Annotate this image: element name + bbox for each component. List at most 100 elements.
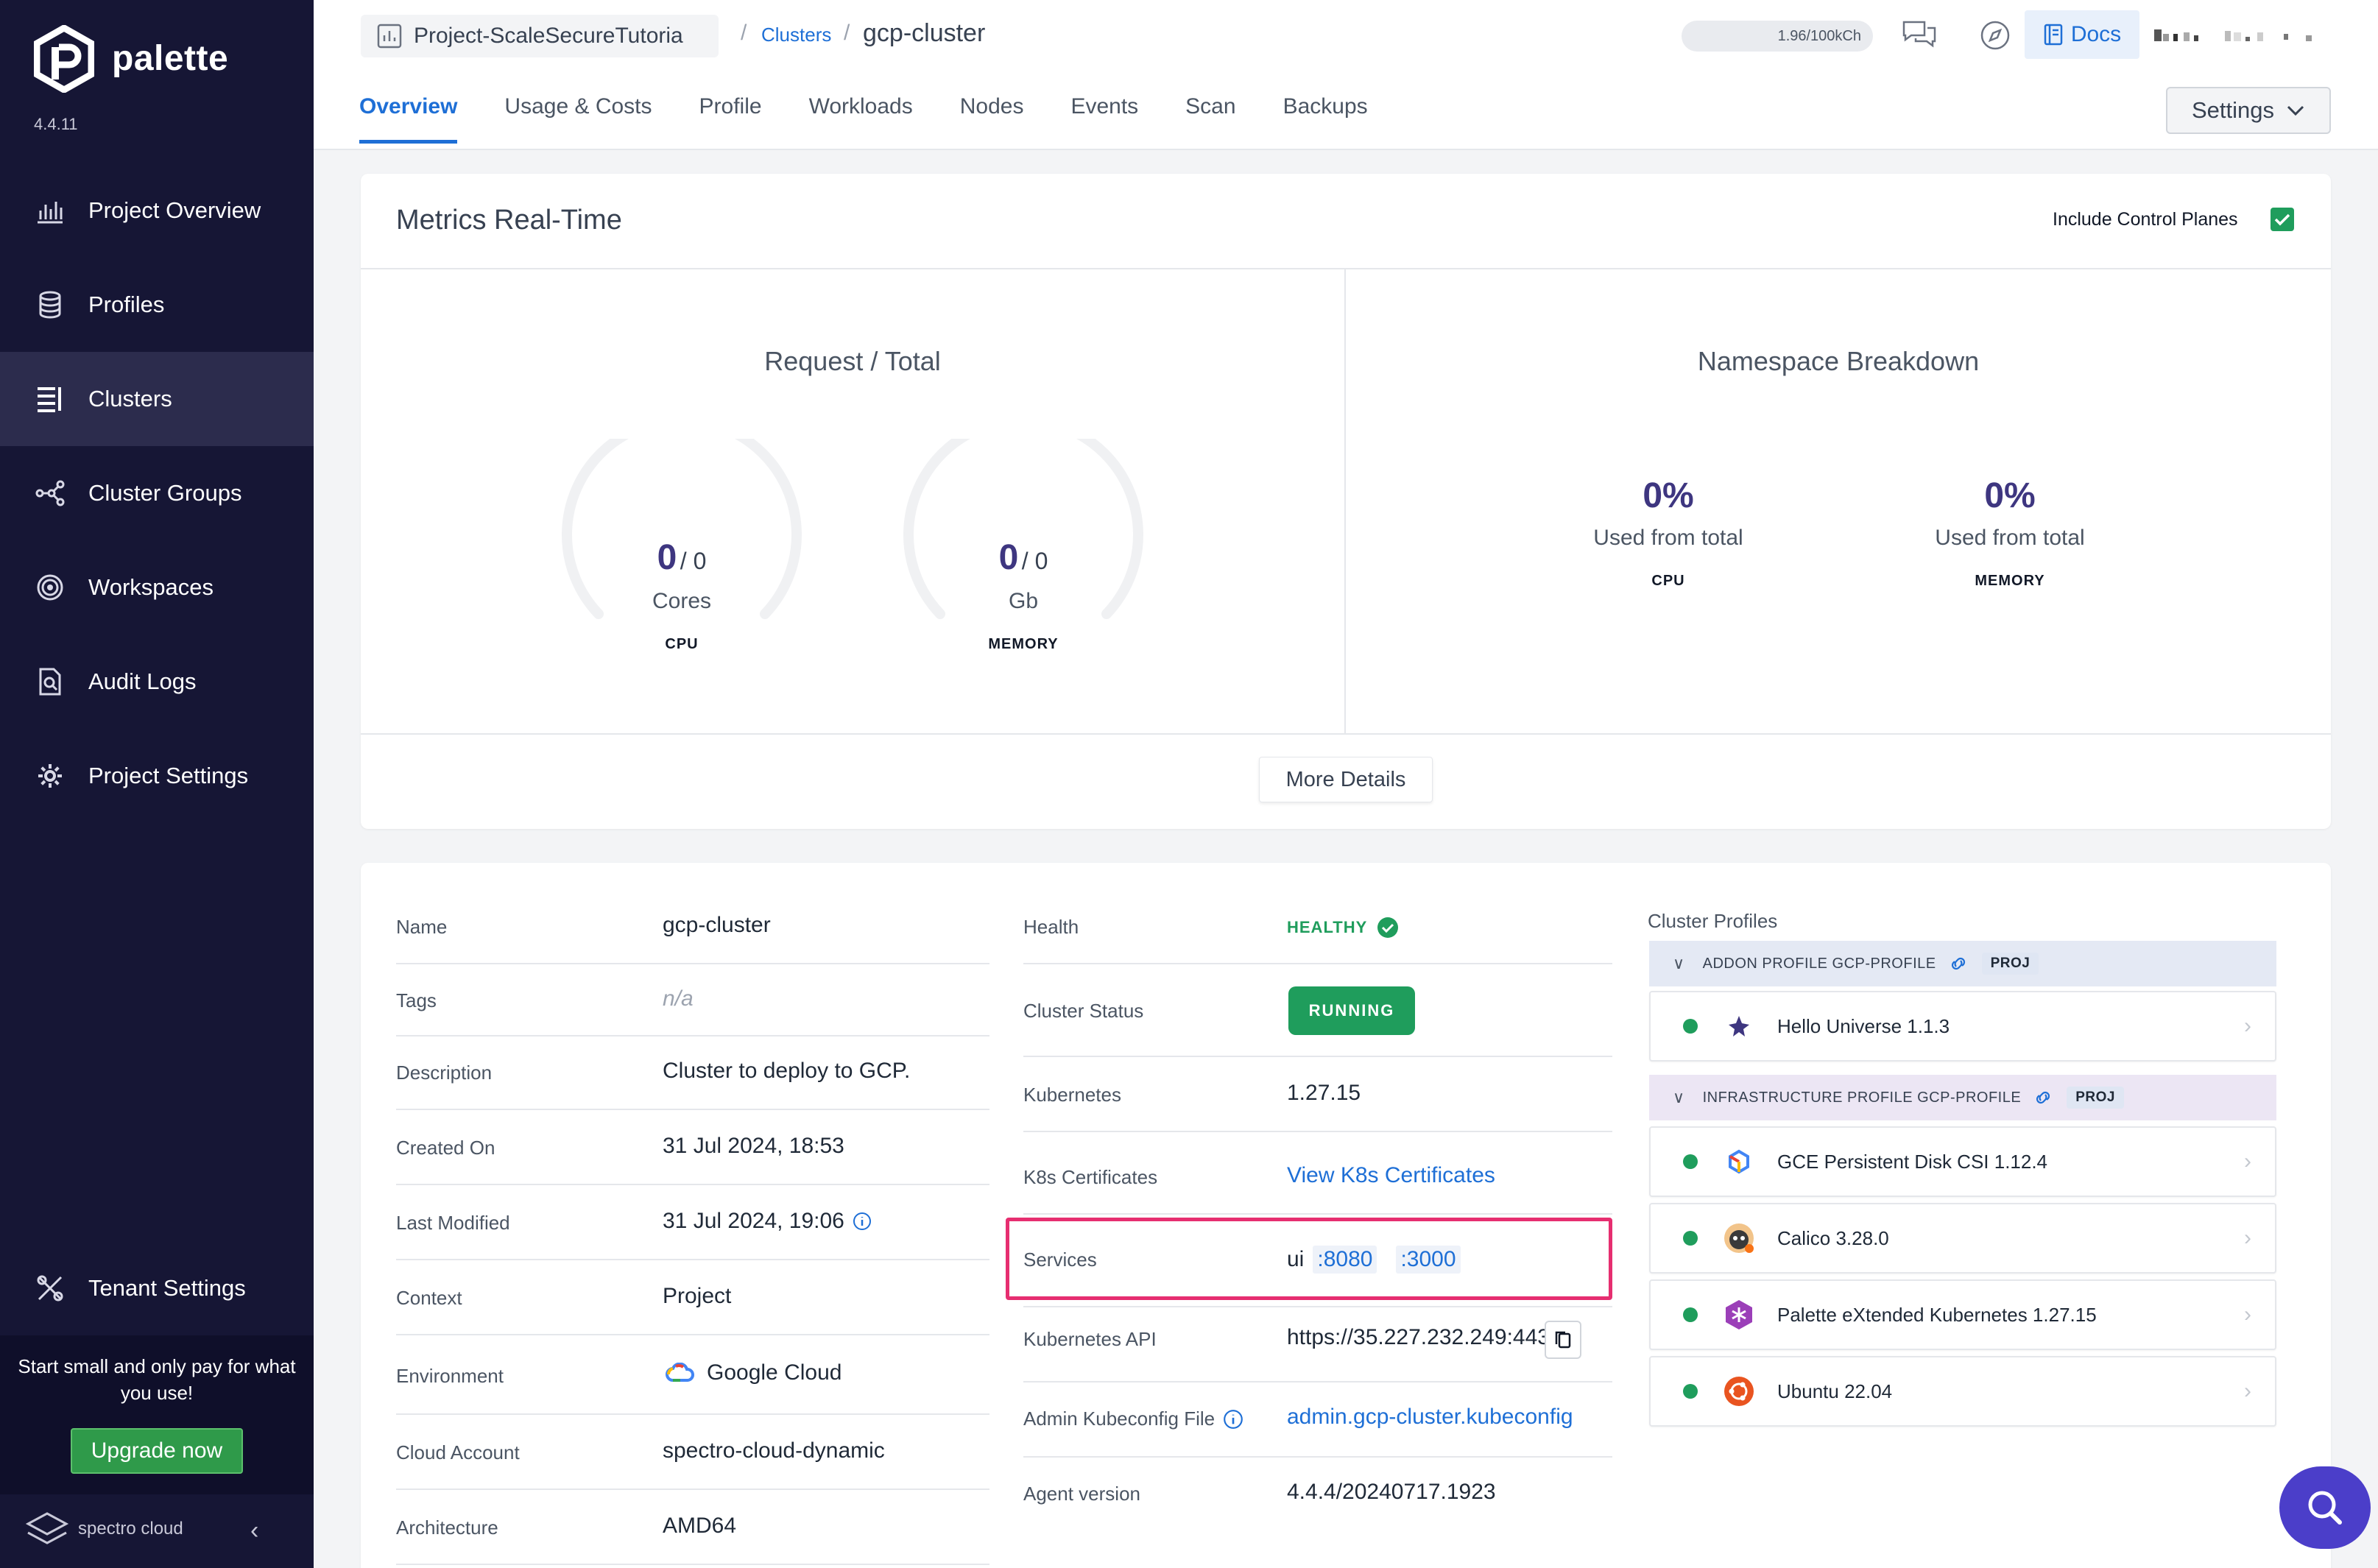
- tags-value: n/a: [663, 986, 694, 1011]
- kubernetes-value: 1.27.15: [1287, 1081, 1361, 1105]
- docs-button[interactable]: Docs: [2025, 10, 2139, 59]
- architecture-label: Architecture: [396, 1516, 498, 1539]
- divider: [1023, 1056, 1612, 1057]
- sidebar: palette 4.4.11 Project Overview Profiles…: [0, 0, 314, 1568]
- kubernetes-api-value: https://35.227.232.249:443: [1287, 1325, 1550, 1349]
- sidebar-item-tenant-settings[interactable]: Tenant Settings: [0, 1241, 314, 1335]
- ns-cpu-sub: Used from total: [1593, 526, 1743, 550]
- service-port-link[interactable]: :8080: [1313, 1246, 1377, 1274]
- divider: [1023, 1131, 1612, 1132]
- compass-icon[interactable]: [1979, 19, 2011, 52]
- tab-profile[interactable]: Profile: [699, 94, 762, 144]
- last-modified-row: 31 Jul 2024, 19:06: [663, 1209, 872, 1234]
- include-control-planes-checkbox[interactable]: [2271, 208, 2294, 231]
- profile-layer-item[interactable]: Hello Universe 1.1.3 ›: [1649, 991, 2276, 1062]
- upgrade-promo: Start small and only pay for what you us…: [0, 1335, 314, 1494]
- profile-layer-item[interactable]: Palette eXtended Kubernetes 1.27.15 ›: [1649, 1279, 2276, 1350]
- tab-workloads[interactable]: Workloads: [809, 94, 913, 144]
- service-port-link[interactable]: :3000: [1396, 1246, 1461, 1274]
- info-icon[interactable]: [1222, 1408, 1244, 1430]
- info-icon[interactable]: [852, 1211, 872, 1232]
- sidebar-item-workspaces[interactable]: Workspaces: [0, 540, 314, 635]
- sidebar-item-profiles[interactable]: Profiles: [0, 258, 314, 352]
- hello-universe-icon: [1723, 1010, 1755, 1042]
- agent-version-label: Agent version: [1023, 1483, 1140, 1505]
- divider: [1023, 1213, 1612, 1215]
- last-modified-value: 31 Jul 2024, 19:06: [663, 1209, 844, 1233]
- cpu-unit: Cores: [652, 589, 712, 613]
- kubeconfig-download-link[interactable]: admin.gcp-cluster.kubeconfig: [1287, 1405, 1573, 1430]
- gce-icon: [1723, 1145, 1755, 1178]
- cluster-profiles-title: Cluster Profiles: [1648, 910, 1778, 932]
- more-details-button[interactable]: More Details: [1259, 757, 1433, 802]
- environment-label: Environment: [396, 1365, 504, 1387]
- addon-profile-header[interactable]: ∨ ADDON PROFILE GCP-PROFILE PROJ: [1649, 941, 2276, 986]
- chat-icon[interactable]: [1901, 19, 1938, 52]
- sidebar-item-cluster-groups[interactable]: Cluster Groups: [0, 446, 314, 540]
- tab-scan[interactable]: Scan: [1185, 94, 1235, 144]
- tab-usage-costs[interactable]: Usage & Costs: [504, 94, 652, 144]
- memory-label: MEMORY: [988, 636, 1059, 652]
- ns-cpu-label: CPU: [1651, 573, 1685, 589]
- environment-value: Google Cloud: [707, 1360, 842, 1385]
- sidebar-item-label: Project Overview: [88, 197, 261, 223]
- services-label: Services: [1023, 1249, 1097, 1271]
- divider: [396, 1334, 989, 1335]
- tab-backups[interactable]: Backups: [1283, 94, 1368, 144]
- upgrade-button[interactable]: Upgrade now: [71, 1428, 243, 1474]
- memory-gauge-value: 0 / 0: [898, 537, 1149, 578]
- chevron-down-icon: [2287, 105, 2304, 116]
- divider: [1344, 269, 1346, 735]
- memory-unit: Gb: [1008, 589, 1039, 613]
- breadcrumb-separator: /: [741, 21, 747, 45]
- gear-icon: [35, 761, 65, 791]
- collapse-sidebar-icon[interactable]: ‹: [250, 1516, 258, 1545]
- docs-label: Docs: [2070, 22, 2122, 46]
- cluster-tabs: Overview Usage & Costs Profile Workloads…: [359, 94, 1415, 144]
- agent-version-value: 4.4.4/20240717.1923: [1287, 1480, 1496, 1504]
- sidebar-item-project-overview[interactable]: Project Overview: [0, 163, 314, 258]
- profile-layer-item[interactable]: Calico 3.28.0 ›: [1649, 1203, 2276, 1274]
- settings-label: Settings: [2191, 97, 2274, 123]
- profile-layer-item[interactable]: GCE Persistent Disk CSI 1.12.4 ›: [1649, 1126, 2276, 1197]
- link-icon[interactable]: [1948, 956, 1969, 971]
- divider: [1023, 1306, 1612, 1307]
- health-status: HEALTHY: [1287, 916, 1400, 939]
- kubernetes-label: Kubernetes: [1023, 1084, 1121, 1106]
- sidebar-item-label: Tenant Settings: [88, 1275, 246, 1301]
- user-menu-avatar[interactable]: [2154, 27, 2316, 43]
- link-icon[interactable]: [2033, 1090, 2053, 1105]
- chevron-right-icon: ›: [2244, 1226, 2251, 1250]
- chevron-right-icon: ›: [2244, 1379, 2251, 1403]
- project-selector[interactable]: Project-ScaleSecureTutoria: [361, 15, 719, 57]
- tools-icon: [35, 1274, 65, 1303]
- divider: [396, 1035, 989, 1036]
- cpu-gauge-value: 0 / 0: [557, 537, 807, 578]
- settings-dropdown[interactable]: Settings: [2166, 87, 2331, 134]
- infrastructure-profile-header[interactable]: ∨ INFRASTRUCTURE PROFILE GCP-PROFILE PRO…: [1649, 1075, 2276, 1120]
- tab-overview[interactable]: Overview: [359, 94, 458, 144]
- divider: [396, 1184, 989, 1185]
- view-k8s-certificates-link[interactable]: View K8s Certificates: [1287, 1163, 1495, 1188]
- infra-profile-label: INFRASTRUCTURE PROFILE GCP-PROFILE: [1702, 1089, 2022, 1106]
- last-modified-label: Last Modified: [396, 1212, 510, 1234]
- memory-total-value: / 0: [1021, 548, 1048, 574]
- proj-badge: PROJ: [1981, 953, 2039, 975]
- cpu-label: CPU: [665, 636, 699, 652]
- sidebar-item-clusters[interactable]: Clusters: [0, 352, 314, 446]
- breadcrumb-clusters-link[interactable]: Clusters: [761, 24, 831, 46]
- status-dot: [1683, 1231, 1698, 1246]
- sidebar-item-project-settings[interactable]: Project Settings: [0, 729, 314, 823]
- breadcrumb-separator: /: [844, 21, 850, 45]
- copy-button[interactable]: [1545, 1321, 1581, 1359]
- cloud-account-label: Cloud Account: [396, 1441, 520, 1463]
- sidebar-item-audit-logs[interactable]: Audit Logs: [0, 635, 314, 729]
- search-fab-button[interactable]: [2279, 1466, 2371, 1549]
- tab-nodes[interactable]: Nodes: [960, 94, 1024, 144]
- chevron-down-icon: ∨: [1673, 1088, 1685, 1106]
- ubuntu-icon: [1723, 1375, 1755, 1408]
- usage-meter[interactable]: 1.96/100kCh: [1682, 21, 1873, 52]
- metrics-title: Metrics Real-Time: [396, 205, 622, 236]
- profile-layer-item[interactable]: Ubuntu 22.04 ›: [1649, 1356, 2276, 1427]
- tab-events[interactable]: Events: [1070, 94, 1138, 144]
